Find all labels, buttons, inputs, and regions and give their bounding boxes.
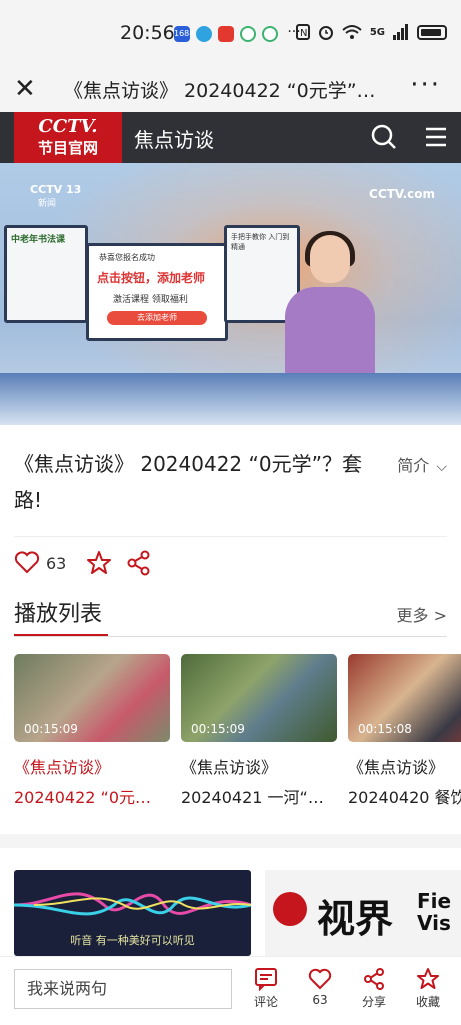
close-icon[interactable]: ✕ [14,74,36,104]
browser-title-bar: ✕ 《焦点访谈》 20240422 “0元学”… ··· [0,64,461,112]
playlist-thumbnail: 00:15:09 [181,654,337,742]
star-icon [417,968,439,989]
playlist-item[interactable]: 00:15:09 《焦点访谈》 20240421 一河“… [181,654,337,808]
globe-logo-icon [273,892,307,926]
duration-label: 00:15:08 [358,722,412,736]
ad-banner-vision[interactable]: 视界 Fie Vis [265,870,461,956]
section-title: 焦点访谈 [134,128,214,152]
playlist-carousel[interactable]: 00:15:09 《焦点访谈》 20240422 “0元… 00:15:09 《… [14,654,461,814]
video-player[interactable]: CCTV 13 新闻 CCTV.com 中老年书法课 恭喜您报名成功 点击按钮，… [0,163,461,425]
site-header: CCTV. 节目官网 焦点访谈 [0,112,461,163]
playlist-item-subtitle: 20240421 一河“… [181,788,324,807]
like-button[interactable]: 63 [295,967,345,1007]
chevron-down-icon: ⌵ [436,459,447,475]
playlist-item-title: 《焦点访谈》 [348,758,445,777]
playlist-divider [14,636,447,637]
menu-icon[interactable] [425,126,447,148]
search-icon[interactable] [371,124,397,150]
comment-icon [255,968,277,991]
svg-text:N: N [300,28,307,39]
logo-subtext: 节目官网 [37,139,98,157]
battery-icon [417,24,447,40]
logo-text: CCTV. [38,116,98,137]
comment-input[interactable]: 我来说两句 [14,969,232,1009]
divider [14,536,447,537]
screen-center: 恭喜您报名成功 点击按钮，添加老师 激活课程 领取福利 去添加老师 [86,243,228,341]
soundwave-graphic [14,892,251,916]
screen-center-button: 去添加老师 [107,311,207,325]
duration-label: 00:15:09 [191,722,245,736]
playlist-thumbnail: 00:15:08 [348,654,461,742]
comment-button[interactable]: 评论 [241,967,291,1010]
playlist-item-title: 《焦点访谈》 [14,758,111,777]
screen-center-line3: 激活课程 领取福利 [113,295,188,305]
alarm-icon [318,26,333,40]
playlist-item[interactable]: 00:15:08 《焦点访谈》 20240420 餐饮 [348,654,461,808]
share-button[interactable]: 分享 [349,967,399,1010]
screen-center-line2: 点击按钮，添加老师 [97,271,206,285]
channel-logo: CCTV 13 新闻 [30,183,81,209]
ad-caption: 听音 有一种美好可以听见 [70,934,195,947]
intro-toggle[interactable]: 简介 ⌵ [397,452,447,476]
share-icon [364,968,384,990]
comment-label: 评论 [253,995,278,1009]
like-count: 63 [46,553,67,573]
status-app-icons: 1688 ··· [174,25,304,42]
favorite-star-icon[interactable] [86,550,112,576]
ad-brand-english: Fie Vis [417,890,451,934]
ad-brand-english-line2: Vis [417,911,451,935]
playlist-item-title: 《焦点访谈》 [181,758,278,777]
ad-brand-english-line1: Fie [417,889,452,913]
video-watermark: CCTV.com [369,187,435,201]
status-indicators: N 5G [295,24,447,40]
duration-label: 00:15:09 [24,722,78,736]
ad-brand: 视界 [317,897,394,941]
channel-name: CCTV 13 [30,183,82,196]
app-globe-icon [196,26,212,42]
status-time: 20:56 [120,22,175,44]
status-bar: 20:56 1688 ··· N 5G [0,0,461,64]
signal-icon [393,24,408,40]
playlist-heading: 播放列表 [14,602,103,627]
like-heart-icon[interactable] [14,551,40,575]
playlist-thumbnail: 00:15:09 [14,654,170,742]
favorite-button[interactable]: 收藏 [403,967,453,1010]
playlist-more-link[interactable]: 更多 > [397,602,448,626]
news-desk [0,373,461,425]
program-title: 《焦点访谈》 20240422 “0元学”？套路! [14,452,362,512]
page-title: 《焦点访谈》 20240422 “0元学”… [64,80,376,102]
screen-left-text: 中老年书法课 [11,235,66,245]
app-1688-icon: 1688 [174,26,194,42]
playlist-item[interactable]: 00:15:09 《焦点访谈》 20240422 “0元… [14,654,170,808]
heart-icon [308,968,332,990]
app-sync2-icon [262,26,278,42]
share-icon[interactable] [126,550,152,576]
screen-center-line1: 恭喜您报名成功 [99,253,155,262]
screen-left: 中老年书法课 [4,225,88,323]
playlist-item-subtitle: 20240420 餐饮 [348,788,461,807]
cctv-logo[interactable]: CCTV. 节目官网 [14,112,122,163]
favorite-label: 收藏 [415,995,440,1009]
playlist-heading-underline [14,634,108,636]
nfc-icon: N [295,24,310,40]
channel-sub: 新闻 [38,199,57,209]
more-options-icon[interactable]: ··· [410,70,441,100]
network-label: 5G [369,26,385,38]
ad-banner-audio[interactable]: 听音 有一种美好可以听见 [14,870,251,956]
app-video-icon [218,26,234,42]
section-gap [0,834,461,848]
share-label: 分享 [361,995,386,1009]
playlist-item-subtitle: 20240422 “0元… [14,788,151,807]
wifi-icon [342,25,362,39]
like-count-label: 63 [312,993,328,1007]
bottom-action-bar: 我来说两句 评论 63 分享 收藏 [0,956,461,1025]
app-sync-icon [240,26,256,42]
program-actions: 63 [14,548,152,578]
intro-label: 简介 [397,456,430,475]
